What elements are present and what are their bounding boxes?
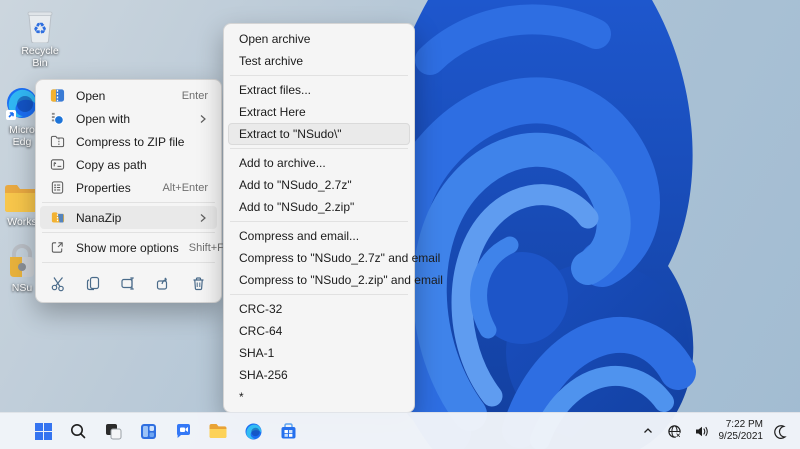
- focus-assist-moon-icon[interactable]: [770, 418, 790, 444]
- show-more-icon: [49, 240, 65, 256]
- submenu-item-star[interactable]: *: [228, 386, 410, 408]
- submenu-item-sha256[interactable]: SHA-256: [228, 364, 410, 386]
- menu-item-open[interactable]: Open Enter: [40, 84, 217, 107]
- widgets-button[interactable]: [135, 418, 161, 444]
- svg-text:♻: ♻: [33, 21, 47, 38]
- system-tray: 7:22 PM 9/25/2021: [638, 418, 800, 444]
- submenu-item-compress-zip-email[interactable]: Compress to "NSudo_2.zip" and email: [228, 269, 443, 291]
- submenu-item-add-to-zip[interactable]: Add to "NSudo_2.zip": [228, 196, 410, 218]
- open-with-icon: [49, 111, 65, 127]
- menu-separator: [230, 148, 408, 149]
- clock-time: 7:22 PM: [725, 419, 763, 430]
- submenu-item-extract-files[interactable]: Extract files...: [228, 79, 410, 101]
- edge-button[interactable]: [240, 418, 266, 444]
- desktop-icon-recycle-bin[interactable]: ♻ Recycle Bin: [14, 7, 66, 69]
- submenu-item-open-archive[interactable]: Open archive: [228, 28, 410, 50]
- copy-path-icon: [49, 157, 65, 173]
- chevron-right-icon: [198, 213, 208, 223]
- menu-item-label: Open: [76, 88, 106, 103]
- submenu-item-crc32[interactable]: CRC-32: [228, 298, 410, 320]
- tray-chevron-up-icon[interactable]: [638, 418, 658, 444]
- chat-button[interactable]: [170, 418, 196, 444]
- menu-item-label: NanaZip: [76, 210, 122, 225]
- menu-item-label: Compress to ZIP file: [76, 134, 185, 149]
- taskbar-buttons: [0, 418, 301, 444]
- menu-item-label: Open with: [76, 111, 131, 126]
- search-button[interactable]: [65, 418, 91, 444]
- menu-separator: [42, 202, 215, 203]
- share-button[interactable]: [151, 271, 176, 295]
- menu-item-compress-zip[interactable]: Compress to ZIP file: [40, 130, 217, 153]
- recycle-bin-icon: ♻: [14, 7, 66, 43]
- nanazip-icon: [49, 210, 65, 226]
- menu-separator: [230, 221, 408, 222]
- clock-date: 9/25/2021: [718, 431, 764, 442]
- chevron-right-icon: [198, 114, 208, 124]
- rename-button[interactable]: [116, 271, 141, 295]
- menu-item-open-with[interactable]: Open with: [40, 107, 217, 130]
- network-globe-icon[interactable]: [665, 418, 685, 444]
- menu-item-label: Properties: [76, 180, 131, 195]
- copy-button[interactable]: [81, 271, 106, 295]
- submenu-item-sha1[interactable]: SHA-1: [228, 342, 410, 364]
- submenu-item-compress-7z-email[interactable]: Compress to "NSudo_2.7z" and email: [228, 247, 440, 269]
- volume-icon[interactable]: [692, 418, 712, 444]
- menu-item-shortcut: Enter: [181, 89, 208, 102]
- desktop-icon-label: Recycle Bin: [21, 45, 59, 69]
- submenu-item-extract-here[interactable]: Extract Here: [228, 101, 410, 123]
- submenu-item-extract-to-nsudo[interactable]: Extract to "NSudo\": [228, 123, 410, 145]
- cut-button[interactable]: [46, 271, 71, 295]
- submenu-item-add-to-archive[interactable]: Add to archive...: [228, 152, 410, 174]
- menu-item-nanazip[interactable]: NanaZip: [40, 206, 217, 229]
- submenu-item-compress-and-email[interactable]: Compress and email...: [228, 225, 410, 247]
- submenu-item-crc64[interactable]: CRC-64: [228, 320, 410, 342]
- submenu-item-test-archive[interactable]: Test archive: [228, 50, 410, 72]
- menu-separator: [42, 232, 215, 233]
- file-explorer-button[interactable]: [205, 418, 231, 444]
- zip-folder-icon: [49, 134, 65, 150]
- start-button[interactable]: [30, 418, 56, 444]
- nanazip-file-icon: [49, 88, 65, 104]
- submenu-item-add-to-7z[interactable]: Add to "NSudo_2.7z": [228, 174, 410, 196]
- taskbar-clock[interactable]: 7:22 PM 9/25/2021: [719, 419, 764, 443]
- properties-icon: [49, 180, 65, 196]
- menu-separator: [230, 294, 408, 295]
- quick-actions-row: [40, 266, 217, 298]
- context-menu: Open Enter Open with Compress to ZIP fil…: [35, 79, 236, 303]
- menu-separator: [42, 262, 215, 263]
- store-button[interactable]: [275, 418, 301, 444]
- menu-item-label: Copy as path: [76, 157, 147, 172]
- nanazip-submenu: Open archive Test archive Extract files.…: [223, 23, 443, 413]
- menu-item-shortcut: Alt+Enter: [162, 181, 208, 194]
- menu-item-label: Show more options: [76, 240, 179, 255]
- taskbar: 7:22 PM 9/25/2021: [0, 412, 800, 449]
- menu-item-copy-as-path[interactable]: Copy as path: [40, 153, 217, 176]
- menu-separator: [230, 75, 408, 76]
- delete-button[interactable]: [186, 271, 211, 295]
- menu-item-properties[interactable]: Properties Alt+Enter: [40, 176, 217, 199]
- task-view-button[interactable]: [100, 418, 126, 444]
- menu-item-show-more-options[interactable]: Show more options Shift+F10: [40, 236, 236, 259]
